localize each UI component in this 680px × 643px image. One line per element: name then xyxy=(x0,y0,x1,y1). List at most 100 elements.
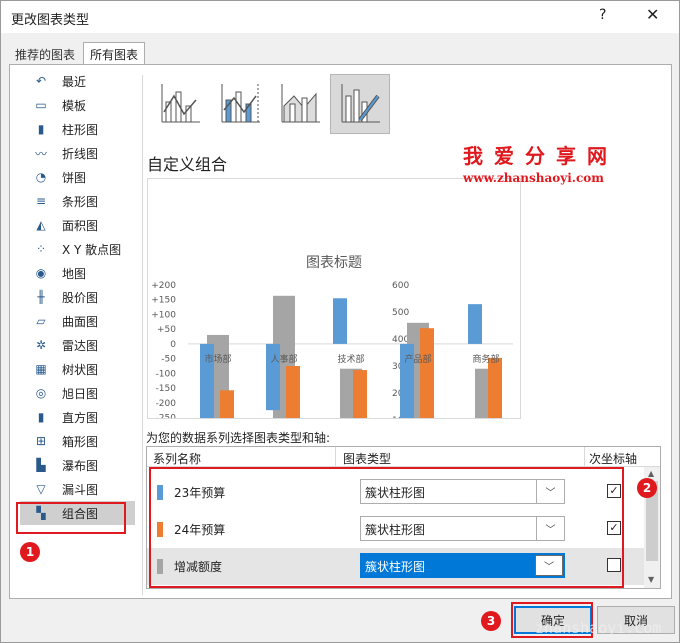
left-axis-tick: +200 xyxy=(151,281,176,291)
stock-chart-icon: ╫ xyxy=(37,290,45,304)
sidebar-item-bar-chart[interactable]: ≡ 条形图 xyxy=(20,189,135,213)
help-button[interactable]: ? xyxy=(599,7,606,23)
left-axis-tick: +100 xyxy=(151,310,176,320)
combo-subtype-clustered-column-line-secondary[interactable] xyxy=(210,74,270,134)
undo-icon: ↶ xyxy=(35,74,47,88)
sidebar-item-histogram-chart[interactable]: ▮ 直方图 xyxy=(20,405,135,429)
scroll-up-icon[interactable]: ▲ xyxy=(648,469,654,478)
right-axis-tick: 500 xyxy=(392,308,409,318)
change-chart-type-dialog: 更改图表类型 ? ✕ 推荐的图表 所有图表 ↶ 最近 ▭ 模板 ▮ 柱形图〰折线图 ◔ 饼图 ≡… xyxy=(0,0,680,643)
sidebar-item-waterfall-chart[interactable]: ▙ 瀑布图 xyxy=(20,453,135,477)
tab-recommended-charts[interactable]: 推荐的图表 xyxy=(9,43,81,65)
combo-subtype-clustered-column-line[interactable] xyxy=(150,74,210,134)
left-axis-tick: -250 xyxy=(156,414,177,418)
bar-24年预算 xyxy=(488,357,502,447)
sidebar-item-line-chart[interactable]: 〰折线图 xyxy=(20,141,135,165)
sidebar-item-pie-chart[interactable]: ◔ 饼图 xyxy=(20,165,135,189)
sidebar-item-label: 雷达图 xyxy=(62,338,99,353)
sidebar-item-column-chart[interactable]: ▮ 柱形图 xyxy=(20,117,135,141)
tab-all-charts[interactable]: 所有图表 xyxy=(83,42,146,65)
sidebar-item-box-whisker-chart[interactable]: ⊞ 箱形图 xyxy=(20,429,135,453)
column-chart-icon: ▮ xyxy=(37,122,45,136)
scatter-chart-icon: ⁘ xyxy=(35,242,47,256)
line-chart-icon: 〰 xyxy=(34,146,47,161)
close-button[interactable]: ✕ xyxy=(646,5,659,24)
watermark-text: 我爱分享网 xyxy=(463,144,618,168)
category-label: 市场部 xyxy=(204,353,231,365)
sidebar-item-label: 最近 xyxy=(62,74,87,89)
watermark-url: www.zhanshaoyi.com xyxy=(463,171,604,185)
area-chart-icon: ◭ xyxy=(36,218,46,232)
category-label: 产品部 xyxy=(404,353,431,365)
category-label: 商务部 xyxy=(472,353,499,365)
chart-preview-svg: 图表标题+200+150+100+500-50-100-150-200-250-… xyxy=(151,255,513,471)
bar-23年预算 xyxy=(468,304,482,344)
watermark-footer: zhanshaoyi.com xyxy=(535,619,662,637)
sidebar-item-scatter-chart[interactable]: ⁘ X Y 散点图 xyxy=(20,237,135,261)
chart-title: 图表标题 xyxy=(306,255,362,271)
title-bar: 更改图表类型 ? ✕ xyxy=(1,1,679,33)
sidebar-item-undo[interactable]: ↶ 最近 xyxy=(20,69,135,93)
left-axis-tick: +150 xyxy=(151,296,176,306)
annotation-highlight-series xyxy=(149,467,624,588)
box-whisker-chart-icon: ⊞ xyxy=(35,434,47,448)
right-axis-tick: 600 xyxy=(392,281,409,291)
dialog-title: 更改图表类型 xyxy=(11,13,90,28)
sidebar-item-radar-chart[interactable]: ✲ 雷达图 xyxy=(20,333,135,357)
waterfall-chart-icon: ▙ xyxy=(36,458,46,472)
sidebar-item-funnel-chart[interactable]: ▽ 漏斗图 xyxy=(20,477,135,501)
header-divider xyxy=(584,447,585,467)
sidebar-item-label: 模板 xyxy=(62,98,87,113)
map-chart-icon: ◉ xyxy=(35,266,47,280)
bar-24年预算 xyxy=(220,390,234,447)
left-axis-tick: 0 xyxy=(170,340,176,350)
radar-chart-icon: ✲ xyxy=(35,338,47,352)
sunburst-chart-icon: ◎ xyxy=(35,386,47,400)
sidebar-item-map-chart[interactable]: ◉ 地图 xyxy=(20,261,135,285)
sidebar-item-label: 瀑布图 xyxy=(62,458,99,473)
sidebar-item-label: 旭日图 xyxy=(62,386,99,401)
sidebar-item-folder[interactable]: ▭ 模板 xyxy=(20,93,135,117)
sidebar-item-treemap-chart[interactable]: ▦ 树状图 xyxy=(20,357,135,381)
pie-chart-icon: ◔ xyxy=(35,170,47,184)
folder-icon: ▭ xyxy=(35,98,47,112)
section-heading: 自定义组合 xyxy=(147,155,228,174)
annotation-badge-1: 1 xyxy=(20,542,40,562)
sidebar-item-label: X Y 散点图 xyxy=(62,242,122,257)
combo-subtype-custom[interactable] xyxy=(330,74,390,134)
annotation-highlight-combo xyxy=(16,502,126,534)
left-axis-tick: +50 xyxy=(157,325,176,335)
bar-24年预算 xyxy=(353,370,367,447)
header-chart-type: 图表类型 xyxy=(343,452,392,466)
divider xyxy=(142,75,143,595)
assign-series-label: 为您的数据系列选择图表类型和轴: xyxy=(146,431,331,445)
header-divider xyxy=(335,447,336,467)
header-series-name: 系列名称 xyxy=(153,452,202,466)
bar-chart-icon: ≡ xyxy=(35,194,47,208)
left-axis-tick: -100 xyxy=(156,369,177,379)
sidebar-item-label: 条形图 xyxy=(62,194,99,209)
series-grid-header: 系列名称 图表类型 次坐标轴 xyxy=(147,447,660,467)
scroll-down-icon[interactable]: ▼ xyxy=(648,575,654,584)
sidebar-item-sunburst-chart[interactable]: ◎ 旭日图 xyxy=(20,381,135,405)
sidebar-item-stock-chart[interactable]: ╫ 股价图 xyxy=(20,285,135,309)
sidebar-item-area-chart[interactable]: ◭ 面积图 xyxy=(20,213,135,237)
sidebar-item-label: 柱形图 xyxy=(62,122,99,137)
sidebar-item-label: 面积图 xyxy=(62,218,99,233)
surface-chart-icon: ▱ xyxy=(36,314,46,328)
sidebar-item-label: 箱形图 xyxy=(62,434,99,449)
sidebar-item-label: 树状图 xyxy=(62,362,99,377)
bar-23年预算 xyxy=(333,298,347,344)
sidebar-item-label: 饼图 xyxy=(62,170,87,185)
bar-24年预算 xyxy=(420,328,434,447)
combo-subtype-stacked-area-column[interactable] xyxy=(270,74,330,134)
sidebar-item-surface-chart[interactable]: ▱ 曲面图 xyxy=(20,309,135,333)
sidebar-item-label: 地图 xyxy=(62,266,87,281)
sidebar-item-label: 漏斗图 xyxy=(62,482,99,497)
bar-24年预算 xyxy=(286,366,300,447)
bar-23年预算 xyxy=(266,343,280,411)
sidebar-item-label: 折线图 xyxy=(62,146,99,161)
histogram-chart-icon: ▮ xyxy=(37,410,45,424)
left-axis-tick: -150 xyxy=(156,384,177,394)
category-label: 技术部 xyxy=(337,353,364,365)
